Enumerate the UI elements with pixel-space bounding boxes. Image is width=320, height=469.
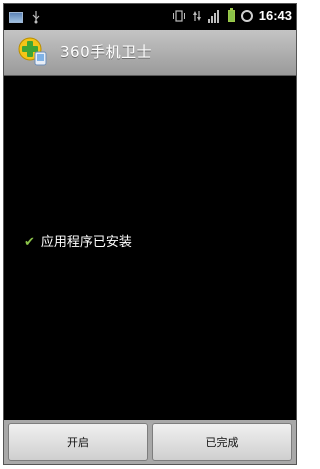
vibrate-icon [172, 8, 186, 24]
install-status-text: 应用程序已安装 [40, 235, 132, 250]
360-plus-icon [18, 37, 47, 66]
status-bar: 16:43 [4, 4, 296, 30]
done-button[interactable]: 已完成 [152, 423, 292, 461]
open-button[interactable]: 开启 [8, 423, 148, 461]
app-title: 360手机卫士 [60, 43, 153, 61]
install-status: ✔ 应用程序已安装 [24, 235, 132, 251]
title-bar: 360手机卫士 [4, 30, 296, 76]
check-icon: ✔ [24, 235, 35, 250]
usb-icon [31, 9, 41, 25]
device-screen: 16:43 360手机卫士 ✔ 应用程序已安装 开启 已完成 [3, 3, 297, 465]
status-time: 16:43 [258, 8, 292, 23]
signal-icon [207, 8, 222, 24]
image-icon [9, 11, 23, 23]
data-transfer-icon [192, 8, 202, 24]
button-bar: 开启 已完成 [4, 420, 296, 464]
alarm-icon [240, 10, 253, 22]
battery-icon [227, 8, 235, 22]
